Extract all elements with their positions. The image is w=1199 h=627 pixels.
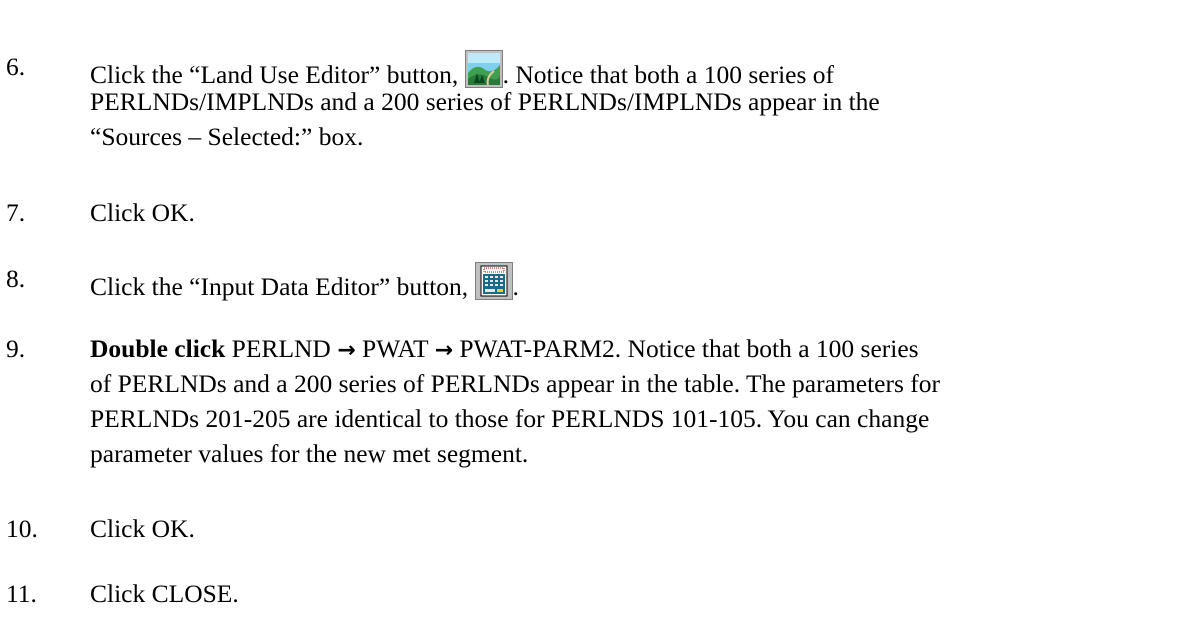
step-11-text: Click CLOSE.: [90, 579, 239, 608]
step-number: 7.: [6, 198, 26, 227]
step-9-path-perlnd: PERLND: [225, 334, 338, 363]
step-number: 9.: [6, 334, 26, 363]
step-9-path-pwat: PWAT: [355, 334, 435, 363]
step-6-line-2: PERLNDs/IMPLNDs and a 200 series of PERL…: [90, 87, 880, 116]
step-number: 10.: [6, 514, 38, 543]
right-arrow-icon: →: [434, 338, 453, 363]
step-8-text-after-icon: .: [512, 272, 519, 301]
right-arrow-icon: →: [337, 338, 356, 363]
step-9-line-3: PERLNDs 201-205 are identical to those f…: [90, 404, 930, 433]
step-6-line-3: “Sources – Selected:” box.: [90, 122, 364, 151]
step-9-line-4: parameter values for the new met segment…: [90, 439, 529, 468]
step-7-text: Click OK.: [90, 198, 195, 227]
input-data-editor-icon: [474, 262, 513, 300]
step-8-line: Click the “Input Data Editor” button, .: [90, 262, 519, 304]
step-10-text: Click OK.: [90, 514, 195, 543]
step-8-text-before-icon: Click the “Input Data Editor” button,: [90, 272, 475, 301]
step-9-path-pwat-parm2: PWAT-PARM2. Notice that both a 100 serie…: [453, 334, 919, 363]
step-9-bold-action: Double click: [90, 334, 226, 363]
step-9-line-2: of PERLNDs and a 200 series of PERLNDs a…: [90, 369, 941, 398]
step-9-line-1: Double click PERLND → PWAT → PWAT-PARM2.…: [90, 332, 919, 368]
step-number: 11.: [6, 579, 37, 608]
land-use-editor-icon: [464, 50, 503, 88]
step-number: 6.: [6, 52, 26, 81]
step-number: 8.: [6, 264, 26, 293]
